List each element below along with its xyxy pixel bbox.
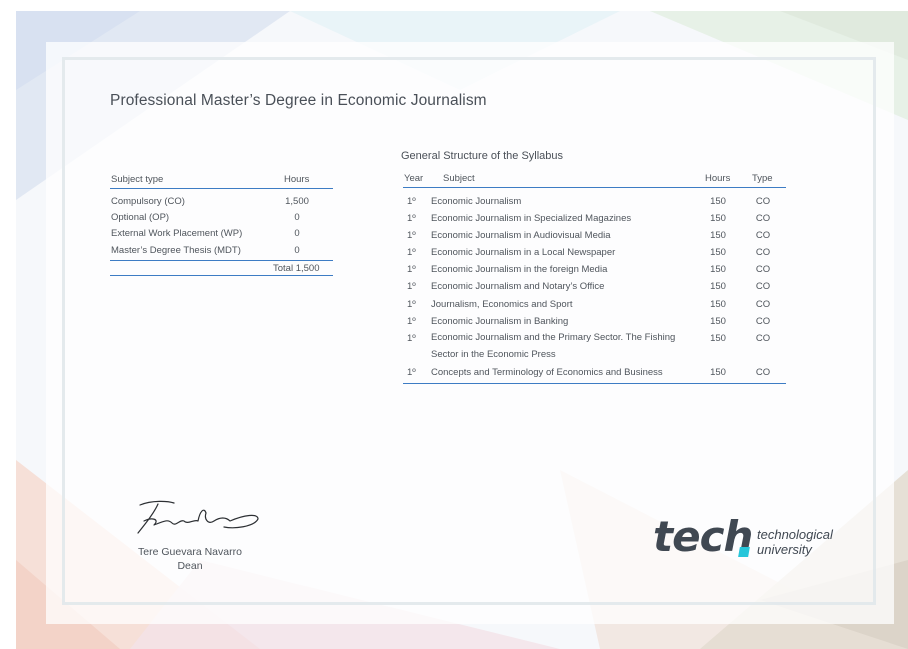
subject-type-table: Subject type Hours Compulsory (CO) 1,500…: [110, 172, 333, 276]
table-row: Master’s Degree Thesis (MDT) 0: [110, 242, 333, 258]
type-cell: CO: [755, 281, 771, 293]
subject-cell: Economic Journalism in Specialized Magaz…: [431, 213, 632, 225]
subject-cell: Economic Journalism in Banking: [431, 315, 569, 327]
subject-cell: Concepts and Terminology of Economics an…: [431, 366, 663, 378]
subject-cell: Economic Journalism and Notary’s Office: [431, 281, 605, 293]
table-row: 1º Journalism, Economics and Sport 150 C…: [403, 296, 786, 313]
subject-cell: Journalism, Economics and Sport: [431, 298, 573, 310]
type-cell: CO: [755, 247, 771, 259]
hours-cell: 0: [294, 212, 300, 224]
type-cell: CO: [755, 332, 771, 344]
total-hours: Total 1,500: [273, 262, 320, 274]
certificate-page: Professional Master’s Degree in Economic…: [0, 0, 908, 649]
hours-cell: 150: [710, 264, 726, 276]
signatory-name: Tere Guevara Navarro: [138, 546, 242, 558]
year-cell: 1º: [407, 315, 416, 327]
type-cell: CO: [755, 264, 771, 276]
signature-image: [137, 500, 259, 534]
total-row: Total 1,500: [110, 259, 333, 276]
year-cell: 1º: [407, 247, 416, 259]
year-cell: 1º: [407, 332, 416, 344]
table-row: 1º Economic Journalism in Banking 150 CO: [403, 313, 786, 330]
type-cell: CO: [755, 366, 771, 378]
degree-title: Professional Master’s Degree in Economic…: [110, 92, 487, 109]
table-row: External Work Placement (WP) 0: [110, 225, 333, 241]
hours-cell: 0: [294, 244, 300, 256]
signatory-role: Dean: [177, 560, 203, 572]
logo-text-line1: technological: [757, 527, 833, 542]
hours-cell: 150: [710, 213, 726, 225]
header-type: Type: [752, 173, 773, 184]
hours-cell: 1,500: [285, 196, 309, 207]
header-hours: Hours: [284, 174, 310, 185]
subject-cell: Economic Journalism in the foreign Media: [431, 264, 608, 276]
syllabus-body: 1º Economic Journalism 150 CO 1º Economi…: [403, 188, 786, 385]
hours-cell: 150: [710, 196, 726, 207]
table-row: Optional (OP) 0: [110, 209, 333, 225]
hours-cell: 150: [710, 247, 726, 259]
table-row: 1º Economic Journalism and Notary’s Offi…: [403, 278, 786, 295]
subject-type-cell: External Work Placement (WP): [111, 228, 243, 240]
hours-cell: 0: [294, 228, 300, 240]
table-row: 1º Economic Journalism in a Local Newspa…: [403, 244, 786, 261]
header-year: Year: [404, 173, 424, 184]
table-row: 1º Economic Journalism and the Primary S…: [403, 330, 786, 364]
hours-cell: 150: [710, 298, 726, 310]
year-cell: 1º: [407, 230, 416, 242]
type-cell: CO: [755, 298, 771, 310]
subject-cell: Economic Journalism in Audiovisual Media: [431, 230, 611, 242]
table-row: Compulsory (CO) 1,500: [110, 193, 333, 209]
table-row: 1º Economic Journalism in Audiovisual Me…: [403, 227, 786, 244]
year-cell: 1º: [407, 213, 416, 225]
table-row: 1º Economic Journalism 150 CO: [403, 193, 786, 210]
table-row: 1º Concepts and Terminology of Economics…: [403, 364, 786, 381]
subject-type-cell: Compulsory (CO): [111, 196, 185, 207]
type-cell: CO: [755, 315, 771, 327]
syllabus-header: Year Subject Hours Type: [403, 171, 786, 188]
table-row: 1º Economic Journalism in the foreign Me…: [403, 261, 786, 278]
subject-cell: Economic Journalism in a Local Newspaper: [431, 247, 616, 259]
subject-cell: Economic Journalism and the Primary Sect…: [431, 331, 676, 360]
hours-cell: 150: [710, 332, 726, 344]
hours-cell: 150: [710, 315, 726, 327]
hours-cell: 150: [710, 281, 726, 293]
year-cell: 1º: [407, 264, 416, 276]
type-cell: CO: [755, 196, 771, 207]
subject-type-header: Subject type Hours: [110, 172, 333, 189]
year-cell: 1º: [407, 281, 416, 293]
logo-text-line2: university: [757, 542, 812, 557]
year-cell: 1º: [407, 196, 416, 207]
syllabus-table: Year Subject Hours Type 1º Economic Jour…: [403, 171, 786, 385]
hours-cell: 150: [710, 230, 726, 242]
type-cell: CO: [755, 213, 771, 225]
signatory-block: Tere Guevara Navarro Dean: [130, 545, 250, 573]
subject-type-cell: Master’s Degree Thesis (MDT): [111, 244, 241, 256]
subject-cell: Economic Journalism: [431, 196, 522, 207]
header-hours: Hours: [705, 173, 731, 184]
table-row: 1º Economic Journalism in Specialized Ma…: [403, 210, 786, 227]
subject-type-cell: Optional (OP): [111, 212, 170, 224]
year-cell: 1º: [407, 298, 416, 310]
hours-cell: 150: [710, 366, 726, 378]
logo-accent-mark: [738, 547, 750, 557]
tech-university-logo: tech technological university: [653, 512, 843, 562]
syllabus-title: General Structure of the Syllabus: [401, 150, 564, 162]
header-subject: Subject: [443, 173, 475, 184]
type-cell: CO: [755, 230, 771, 242]
header-subject-type: Subject type: [111, 174, 164, 185]
year-cell: 1º: [407, 366, 416, 378]
